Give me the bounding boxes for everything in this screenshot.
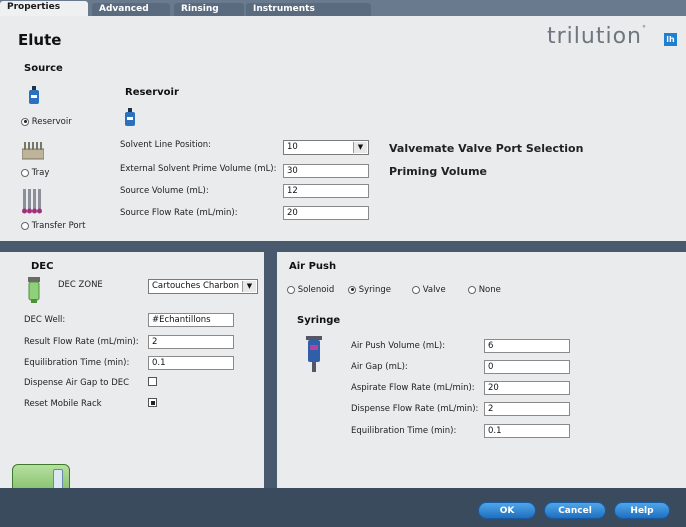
result-flow-rate-input[interactable]: 2 <box>148 335 234 349</box>
tab-advanced[interactable]: Advanced <box>92 3 170 16</box>
source-radio-tray[interactable]: Tray <box>21 168 49 178</box>
prime-volume-label: External Solvent Prime Volume (mL): <box>120 164 277 174</box>
source-volume-label: Source Volume (mL): <box>120 186 209 196</box>
trilution-logo: trilution° <box>547 24 647 49</box>
transfer-port-icon <box>22 189 44 215</box>
solvent-line-value: 10 <box>287 142 298 152</box>
reservoir-bottle-icon <box>29 86 39 104</box>
solvent-line-select[interactable]: 10 ▼ <box>283 140 369 155</box>
air-equilibration-label: Equilibration Time (min): <box>351 426 457 436</box>
dec-panel: DEC DEC ZONE Cartouches Charbon ▼ DEC Wel… <box>0 252 264 488</box>
brand-icon: lh <box>664 33 677 46</box>
dec-equilibration-input[interactable]: 0.1 <box>148 356 234 370</box>
priming-volume-label: Priming Volume <box>389 165 488 178</box>
air-gap-input[interactable]: 0 <box>484 360 570 374</box>
dispense-air-gap-checkbox[interactable] <box>148 377 157 386</box>
result-flow-rate-label: Result Flow Rate (mL/min): <box>24 337 139 347</box>
air-gap-label: Air Gap (mL): <box>351 362 408 372</box>
prime-volume-input[interactable]: 30 <box>283 164 369 178</box>
syringe-icon <box>306 336 322 372</box>
transfer-port-option-label: Transfer Port <box>31 221 86 231</box>
tab-instruments[interactable]: Instruments <box>246 3 371 16</box>
chevron-down-icon: ▼ <box>242 281 256 292</box>
logo-text: trilution <box>547 24 642 49</box>
source-radio-reservoir[interactable]: Reservoir <box>21 117 72 127</box>
valvemate-label: Valvemate Valve Port Selection <box>389 142 584 155</box>
chevron-down-icon: ▼ <box>353 142 367 153</box>
cancel-button[interactable]: Cancel <box>544 502 606 519</box>
help-button[interactable]: Help <box>614 502 670 519</box>
dec-well-label: DEC Well: <box>24 315 66 325</box>
source-flow-rate-input[interactable]: 20 <box>283 206 369 220</box>
ok-button[interactable]: OK <box>478 502 536 519</box>
air-push-volume-input[interactable]: 6 <box>484 339 570 353</box>
dispense-flow-rate-label: Dispense Flow Rate (mL/min): <box>351 404 479 414</box>
air-radio-syringe[interactable]: Syringe <box>348 285 391 295</box>
aspirate-flow-rate-input[interactable]: 20 <box>484 381 570 395</box>
air-push-panel: Air Push Solenoid Syringe Valve None Syr… <box>277 252 686 488</box>
air-radio-none[interactable]: None <box>468 285 501 295</box>
air-push-volume-label: Air Push Volume (mL): <box>351 341 446 351</box>
solenoid-label: Solenoid <box>297 285 335 295</box>
air-radio-valve[interactable]: Valve <box>412 285 446 295</box>
dec-equilibration-label: Equilibration Time (min): <box>24 358 130 368</box>
dec-zone-value: Cartouches Charbon <box>152 281 239 291</box>
air-radio-solenoid[interactable]: Solenoid <box>287 285 334 295</box>
tab-bar: Properties Advanced Rinsing Instruments <box>0 0 686 16</box>
source-volume-input[interactable]: 12 <box>283 184 369 198</box>
source-flow-rate-label: Source Flow Rate (mL/min): <box>120 208 238 218</box>
reset-mobile-rack-label: Reset Mobile Rack <box>24 399 102 409</box>
dec-well-input[interactable]: #Echantillons <box>148 313 234 327</box>
valve-label: Valve <box>422 285 446 295</box>
syringe-label: Syringe <box>358 285 391 295</box>
aspirate-flow-rate-label: Aspirate Flow Rate (mL/min): <box>351 383 475 393</box>
tab-properties[interactable]: Properties <box>0 1 88 16</box>
reservoir-heading: Reservoir <box>125 87 179 98</box>
source-heading: Source <box>24 63 63 74</box>
none-label: None <box>478 285 501 295</box>
reservoir-option-label: Reservoir <box>31 117 72 127</box>
elute-panel: Elute Source trilution° lh Reservoir Tra… <box>0 16 686 241</box>
dec-zone-label: DEC ZONE <box>58 280 103 290</box>
dispense-air-gap-label: Dispense Air Gap to DEC <box>24 378 130 388</box>
dispense-flow-rate-input[interactable]: 2 <box>484 402 570 416</box>
syringe-heading: Syringe <box>297 315 341 326</box>
dec-heading: DEC <box>31 261 54 272</box>
air-push-heading: Air Push <box>289 261 337 272</box>
dec-zone-select[interactable]: Cartouches Charbon ▼ <box>148 279 258 294</box>
tab-rinsing[interactable]: Rinsing <box>174 3 244 16</box>
reset-mobile-rack-checkbox[interactable] <box>148 398 157 407</box>
tray-option-label: Tray <box>31 168 50 178</box>
source-radio-transfer-port[interactable]: Transfer Port <box>21 221 85 231</box>
page-title: Elute <box>18 31 62 49</box>
dec-cartridge-icon <box>28 277 40 303</box>
reservoir-bottle-icon-2 <box>125 108 135 126</box>
tray-icon <box>21 141 45 161</box>
solvent-line-label: Solvent Line Position: <box>120 140 212 150</box>
air-equilibration-input[interactable]: 0.1 <box>484 424 570 438</box>
